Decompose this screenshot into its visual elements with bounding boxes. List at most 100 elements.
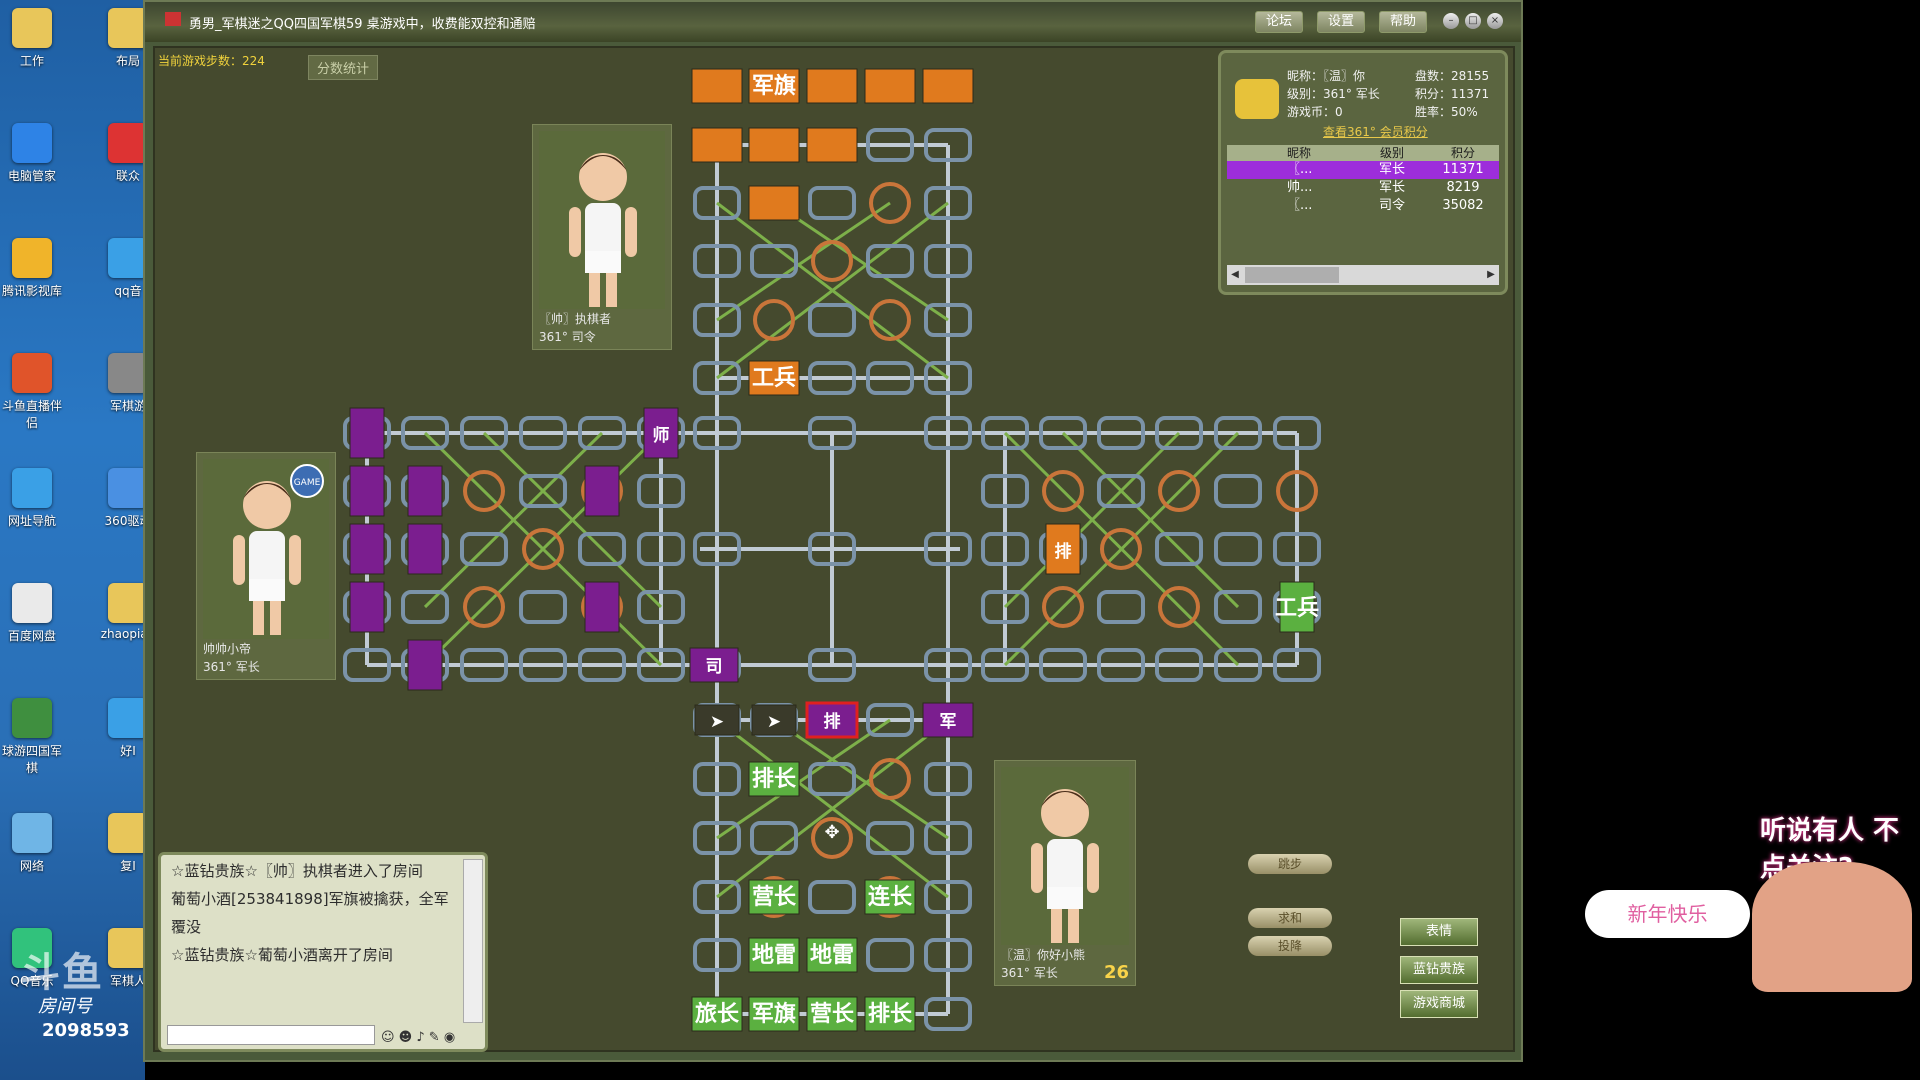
- enemy-piece-hidden[interactable]: [748, 127, 800, 163]
- chat-tools[interactable]: ☺ ☻ ♪ ✎ ◉: [381, 1030, 455, 1045]
- own-piece-mine[interactable]: 地雷: [748, 937, 800, 973]
- table-row[interactable]: 〖... 司令 35082: [1227, 197, 1499, 215]
- road-line: [716, 718, 891, 840]
- svg-text:连长: 连长: [868, 884, 913, 910]
- enemy-piece-platoon[interactable]: 排: [1045, 523, 1081, 575]
- cartoon-girl-image: [1752, 862, 1912, 992]
- board-slot[interactable]: [519, 590, 567, 624]
- own-piece-battalion[interactable]: 营长: [748, 879, 800, 915]
- arrow-marker[interactable]: ➤: [751, 704, 797, 736]
- info-points: 积分：11371: [1415, 87, 1490, 101]
- skip-button[interactable]: 跳步: [1248, 854, 1332, 874]
- svg-text:排长: 排长: [868, 1002, 913, 1027]
- table-header: 昵称 级别 积分: [1227, 145, 1499, 161]
- member-points-link[interactable]: 查看361° 会员积分: [1323, 123, 1428, 140]
- enemy-piece-hidden[interactable]: [584, 581, 620, 633]
- svg-text:军旗: 军旗: [752, 1001, 796, 1027]
- chat-input[interactable]: [167, 1025, 375, 1045]
- enemy-piece-hidden[interactable]: [407, 639, 443, 691]
- svg-text:地雷: 地雷: [810, 943, 854, 968]
- horizontal-scrollbar[interactable]: ◀ ▶: [1227, 265, 1499, 285]
- own-piece-battalion[interactable]: 营长: [806, 996, 858, 1032]
- arrow-marker[interactable]: ➤: [694, 704, 740, 736]
- enemy-piece-hidden[interactable]: [806, 127, 858, 163]
- row-name: 〖...: [1287, 198, 1313, 213]
- svg-text:营长: 营长: [810, 1002, 855, 1027]
- avatar[interactable]: [1235, 79, 1279, 119]
- svg-text:营长: 营长: [752, 885, 797, 910]
- enemy-piece-hidden[interactable]: [407, 523, 443, 575]
- road-line: [716, 201, 891, 322]
- game-store-button[interactable]: 游戏商城: [1400, 990, 1478, 1018]
- svg-text:军旗: 军旗: [752, 73, 796, 99]
- scroll-right-icon[interactable]: ▶: [1483, 267, 1499, 283]
- svg-text:地雷: 地雷: [752, 943, 796, 968]
- board-slot[interactable]: [808, 880, 856, 914]
- svg-text:司: 司: [706, 657, 723, 677]
- chat-message: 葡萄小酒[253841898]军旗被擒获，全军覆没: [171, 890, 449, 936]
- camp-slot[interactable]: [811, 240, 853, 282]
- enemy-piece-hidden[interactable]: [349, 465, 385, 517]
- info-nickname: 昵称：〖温〗你: [1287, 69, 1366, 83]
- svg-text:排: 排: [824, 711, 841, 732]
- enemy-piece-commander[interactable]: 司: [689, 647, 739, 683]
- row-name: 〖...: [1287, 162, 1313, 177]
- row-score: 35082: [1442, 198, 1484, 213]
- row-level: 军长: [1378, 180, 1405, 195]
- board-slot[interactable]: [866, 821, 914, 855]
- enemy-piece-engineer[interactable]: 工兵: [748, 360, 800, 396]
- svg-text:➤: ➤: [767, 712, 781, 732]
- table-row[interactable]: 〖... 军长 11371: [1227, 161, 1499, 179]
- enemy-piece-platoon[interactable]: 排: [805, 701, 859, 739]
- enemy-piece-hidden[interactable]: [748, 185, 800, 221]
- board-slot[interactable]: [808, 186, 856, 220]
- move-cursor-icon: ✥: [824, 822, 839, 843]
- chat-message: ☆蓝钻贵族☆〖帅〗执棋者进入了房间: [171, 862, 423, 880]
- enemy-piece-hidden[interactable]: [349, 523, 385, 575]
- scroll-left-icon[interactable]: ◀: [1227, 267, 1243, 283]
- board-slot[interactable]: [808, 303, 856, 337]
- enemy-piece-hidden[interactable]: [806, 68, 858, 104]
- col-score: 积分: [1450, 146, 1475, 160]
- enemy-piece-hidden[interactable]: [691, 68, 743, 104]
- board-slot[interactable]: [1214, 532, 1262, 566]
- chat-scrollbar[interactable]: [463, 859, 483, 1023]
- row-level: 司令: [1378, 198, 1405, 213]
- enemy-piece-marshal[interactable]: 师: [643, 407, 679, 459]
- surrender-button[interactable]: 投降: [1248, 936, 1332, 956]
- chat-panel: ☆蓝钻贵族☆〖帅〗执棋者进入了房间 葡萄小酒[253841898]军旗被擒获，全…: [158, 852, 488, 1052]
- col-nickname: 昵称: [1287, 146, 1312, 160]
- enemy-piece-hidden[interactable]: [349, 581, 385, 633]
- chat-message: ☆蓝钻贵族☆葡萄小酒离开了房间: [171, 946, 393, 964]
- row-name: 帅...: [1287, 180, 1313, 195]
- own-piece-platoon[interactable]: 排长: [748, 761, 800, 797]
- svg-text:旅长: 旅长: [695, 1001, 740, 1027]
- enemy-piece-army[interactable]: 军: [922, 702, 974, 738]
- enemy-piece-hidden[interactable]: [407, 465, 443, 517]
- svg-text:排: 排: [1055, 541, 1072, 562]
- svg-text:军: 军: [940, 712, 957, 732]
- board-slot[interactable]: [866, 938, 914, 972]
- own-piece-platoon[interactable]: 排长: [864, 996, 916, 1032]
- own-piece-company[interactable]: 连长: [864, 879, 916, 915]
- own-piece-flag[interactable]: 军旗: [748, 996, 800, 1032]
- draw-button[interactable]: 求和: [1248, 908, 1332, 928]
- board-slot[interactable]: [1097, 590, 1145, 624]
- scroll-thumb[interactable]: [1245, 267, 1339, 283]
- enemy-piece-hidden[interactable]: [349, 407, 385, 459]
- own-piece-engineer[interactable]: 工兵: [1275, 581, 1319, 633]
- enemy-piece-hidden[interactable]: [922, 68, 974, 104]
- own-piece-mine[interactable]: 地雷: [806, 937, 858, 973]
- own-piece-brigade[interactable]: 旅长: [691, 996, 743, 1032]
- enemy-piece-hidden[interactable]: [691, 127, 743, 163]
- board-slot[interactable]: [750, 821, 798, 855]
- emoji-button[interactable]: 表情: [1400, 918, 1478, 946]
- blue-diamond-button[interactable]: 蓝钻贵族: [1400, 956, 1478, 984]
- board-slot[interactable]: [1214, 474, 1262, 508]
- enemy-piece-flag[interactable]: 军旗: [748, 68, 800, 104]
- enemy-piece-hidden[interactable]: [864, 68, 916, 104]
- table-row[interactable]: 帅... 军长 8219: [1227, 179, 1499, 197]
- info-games: 盘数：28155: [1415, 69, 1490, 83]
- new-year-bubble: 新年快乐: [1585, 890, 1750, 938]
- enemy-piece-hidden[interactable]: [584, 465, 620, 517]
